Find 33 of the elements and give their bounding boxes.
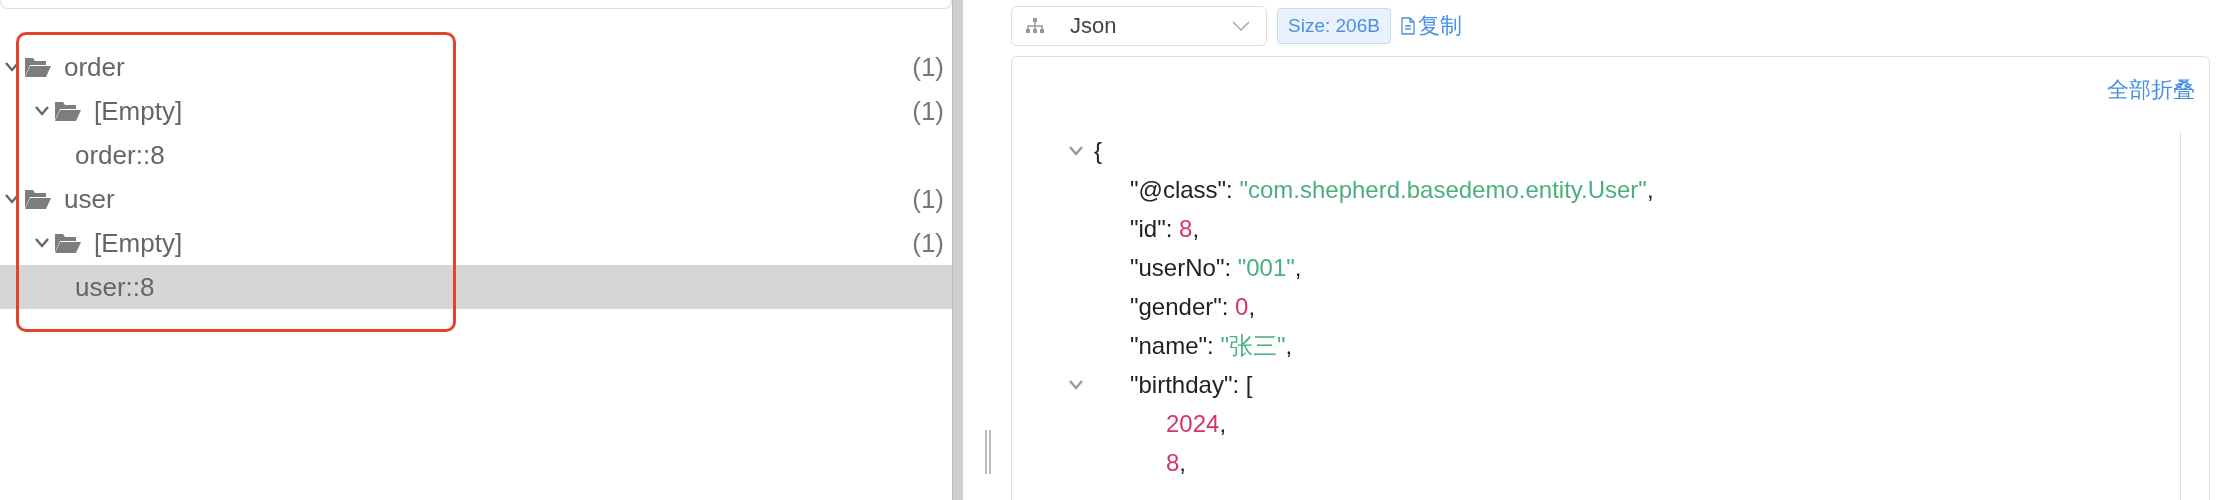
collapse-all-link[interactable]: 全部折叠 — [2107, 75, 2195, 119]
folder-icon — [24, 188, 52, 210]
tree-row[interactable]: [Empty] (1) — [0, 89, 952, 133]
tree-row[interactable]: order (1) — [0, 45, 952, 89]
chevron-down-icon[interactable] — [34, 237, 50, 249]
search-field[interactable] — [0, 0, 952, 9]
document-icon — [1400, 17, 1415, 35]
code-line: 2024, — [1166, 409, 1227, 438]
hierarchy-icon — [1026, 18, 1044, 34]
code-line: 8, — [1166, 448, 1187, 477]
folder-icon — [54, 100, 82, 122]
resize-handle[interactable] — [985, 430, 991, 474]
chevron-down-icon[interactable] — [34, 105, 50, 117]
tree-row[interactable]: order::8 — [0, 133, 952, 177]
size-tag: Size: 206B — [1277, 8, 1391, 44]
copy-link[interactable]: 复制 — [1400, 11, 1462, 41]
code-line: "@class": "com.shepherd.basedemo.entity.User", — [1130, 175, 1654, 204]
code-line: "name": "张三", — [1130, 330, 1293, 361]
format-dropdown[interactable]: Json — [1011, 6, 1267, 46]
chevron-down-icon — [1232, 21, 1250, 31]
code-line: "userNo": "001", — [1130, 253, 1302, 282]
tree-row[interactable]: user (1) — [0, 177, 952, 221]
folder-icon — [54, 232, 82, 254]
code-line: { — [1094, 136, 1102, 165]
tree-row[interactable]: user::8 — [0, 265, 952, 309]
code-line: "birthday": [ — [1130, 370, 1253, 399]
code-line: "gender": 0, — [1130, 292, 1256, 321]
chevron-down-icon[interactable] — [1068, 378, 1084, 391]
chevron-down-icon[interactable] — [1068, 144, 1084, 157]
scrollbar[interactable] — [2180, 132, 2181, 500]
folder-icon — [24, 56, 52, 78]
code-line: "id": 8, — [1130, 214, 1200, 243]
tree-row[interactable]: [Empty] (1) — [0, 221, 952, 265]
